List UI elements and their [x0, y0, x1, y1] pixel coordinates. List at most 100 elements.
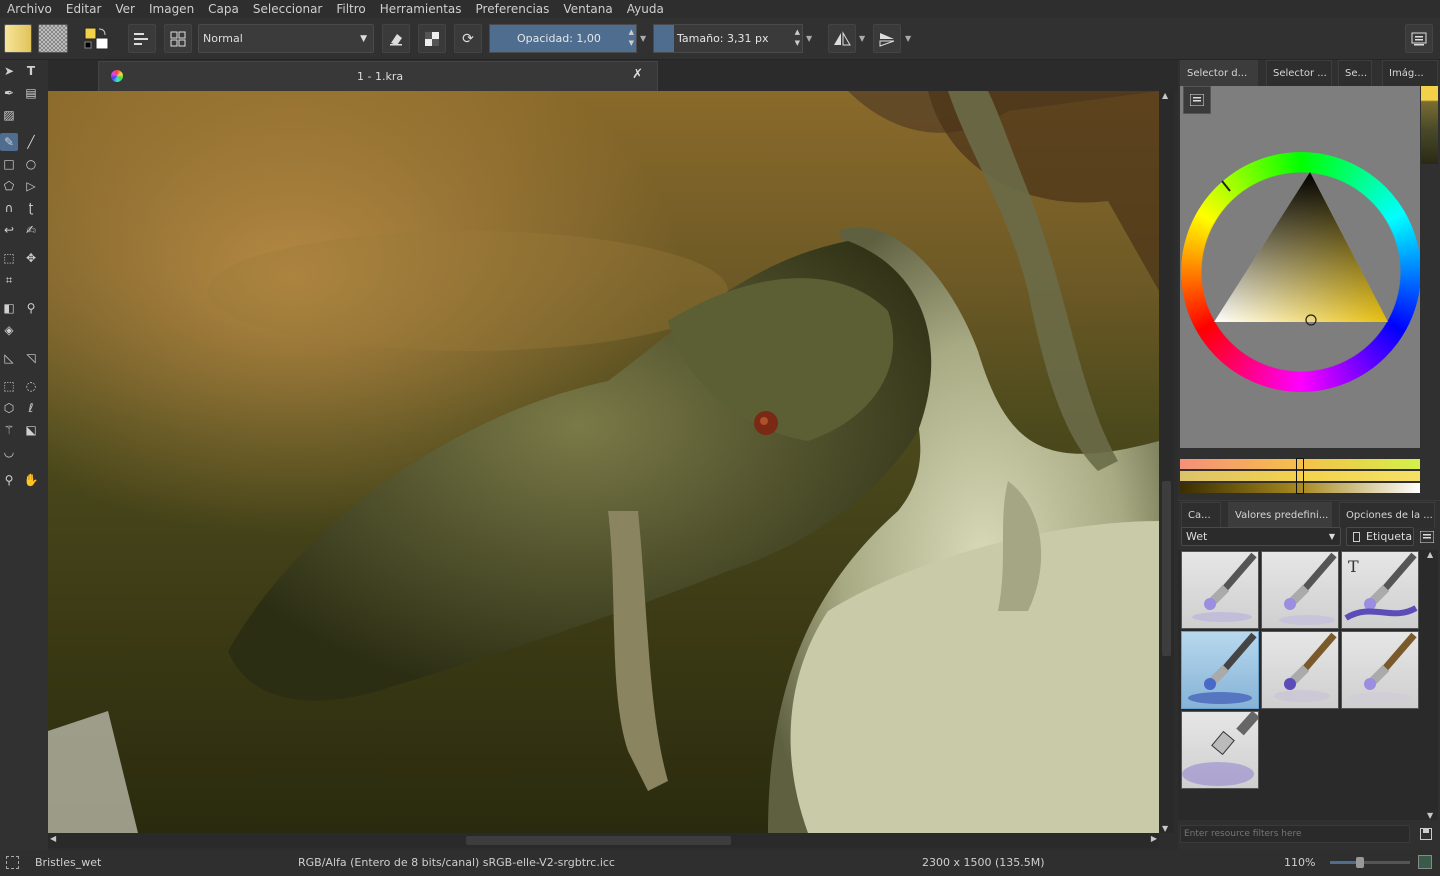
calligraphy-tool[interactable]: ▤ — [22, 84, 40, 102]
gradient-tool[interactable]: ◧ — [0, 299, 18, 317]
mirror-vertical-button[interactable] — [873, 24, 901, 53]
assistant-tool[interactable]: ◺ — [0, 349, 18, 367]
polyline-tool[interactable]: ▷ — [22, 177, 40, 195]
zoom-slider-handle[interactable] — [1356, 857, 1364, 868]
transform-tool[interactable]: ⬚ — [0, 249, 18, 267]
menu-ventana[interactable]: Ventana — [556, 2, 619, 16]
preset-filter-select[interactable]: Wet ▼ — [1181, 527, 1341, 546]
vertical-scroll-thumb[interactable] — [1162, 481, 1171, 656]
ellipse-tool[interactable]: ○ — [22, 155, 40, 173]
horizontal-scroll-thumb[interactable] — [466, 836, 731, 845]
line-tool[interactable]: ╱ — [22, 133, 40, 151]
eraser-mode-button[interactable] — [382, 24, 410, 53]
contiguous-select-tool[interactable]: ⚚ — [0, 421, 18, 439]
measure-tool[interactable]: ◹ — [22, 349, 40, 367]
reload-preset-button[interactable]: ⟳ — [454, 24, 482, 53]
menu-archivo[interactable]: Archivo — [0, 2, 59, 16]
text-tool[interactable]: T — [22, 62, 40, 80]
blend-mode-select[interactable]: Normal ▼ — [198, 24, 374, 53]
brush-preset-6[interactable] — [1341, 631, 1419, 709]
opacity-dropdown-icon[interactable]: ▼ — [640, 34, 646, 43]
brush-preset-5[interactable] — [1261, 631, 1339, 709]
color-swatch-button[interactable] — [82, 24, 112, 53]
pattern-tool[interactable]: ▨ — [0, 106, 18, 124]
gradient-selector-button[interactable] — [4, 24, 32, 53]
mirror-v-dropdown-icon[interactable]: ▼ — [905, 34, 911, 43]
freehand-path-tool[interactable]: ʈ — [22, 199, 40, 217]
size-slider[interactable]: Tamaño: 3,31 px ▲ ▼ — [653, 24, 803, 53]
save-filter-button[interactable] — [1416, 825, 1436, 843]
freehand-brush-tool[interactable]: ✎ — [0, 133, 18, 151]
mirror-h-dropdown-icon[interactable]: ▼ — [859, 34, 865, 43]
canvas[interactable] — [48, 91, 1159, 833]
rectangle-tool[interactable]: □ — [0, 155, 18, 173]
document-tab[interactable]: 1 - 1.kra ✗ — [98, 61, 658, 91]
workspace-chooser-button[interactable] — [1405, 24, 1433, 53]
close-icon[interactable]: ✗ — [632, 67, 643, 82]
tab-advanced-color-selector[interactable]: Selector d... — [1180, 60, 1258, 86]
ellipse-select-tool[interactable]: ◌ — [22, 377, 40, 395]
preset-view-button[interactable] — [1418, 527, 1436, 546]
brush-preset-3[interactable]: T — [1341, 551, 1419, 629]
zoom-tool[interactable]: ⚲ — [0, 471, 18, 489]
polygon-tool[interactable]: ⬠ — [0, 177, 18, 195]
menu-filtro[interactable]: Filtro — [329, 2, 372, 16]
slider-handles[interactable] — [1296, 458, 1304, 494]
scroll-down-icon[interactable]: ▼ — [1162, 824, 1168, 833]
brush-preset-2[interactable] — [1261, 551, 1339, 629]
mirror-horizontal-button[interactable] — [828, 24, 856, 53]
pattern-selector-button[interactable] — [38, 24, 68, 53]
tab-image[interactable]: Imág... — [1382, 60, 1438, 86]
resource-filter-input[interactable] — [1180, 825, 1410, 843]
brush-preset-1[interactable] — [1181, 551, 1259, 629]
menu-ayuda[interactable]: Ayuda — [620, 2, 671, 16]
tag-select[interactable]: Etiqueta — [1346, 527, 1414, 546]
size-dropdown-icon[interactable]: ▼ — [806, 34, 812, 43]
menu-capa[interactable]: Capa — [201, 2, 246, 16]
selection-icon[interactable] — [6, 856, 19, 869]
dynamic-brush-tool[interactable]: ↩ — [0, 221, 18, 239]
spin-arrows-icon[interactable]: ▲ ▼ — [795, 27, 800, 49]
brush-settings-button[interactable] — [128, 24, 156, 53]
crop-tool[interactable]: ⌗ — [0, 271, 18, 289]
brush-presets-button[interactable] — [164, 24, 192, 53]
canvas-horizontal-scrollbar[interactable]: ◀ ▶ — [48, 833, 1159, 848]
tab-specific-selector[interactable]: Se... — [1338, 60, 1372, 86]
bezier-curve-tool[interactable]: ∩ — [0, 199, 18, 217]
canvas-vertical-scrollbar[interactable]: ▲ ▼ — [1159, 91, 1174, 833]
scroll-right-icon[interactable]: ▶ — [1151, 834, 1157, 843]
scroll-up-icon[interactable]: ▲ — [1162, 91, 1168, 100]
brush-preset-4-selected[interactable] — [1181, 631, 1259, 709]
fit-view-icon[interactable] — [1418, 855, 1432, 869]
preserve-alpha-button[interactable] — [418, 24, 446, 53]
spin-arrows-icon[interactable]: ▲ ▼ — [629, 27, 634, 49]
move-tool[interactable]: ✥ — [22, 249, 40, 267]
tab-tool-options[interactable]: Opciones de la ... — [1339, 502, 1435, 528]
bezier-select-tool[interactable]: ◡ — [0, 443, 18, 461]
polygon-select-tool[interactable]: ⬡ — [0, 399, 18, 417]
menu-seleccionar[interactable]: Seleccionar — [246, 2, 329, 16]
color-wheel[interactable] — [1180, 86, 1420, 448]
pan-tool[interactable]: ✋ — [22, 471, 40, 489]
menu-imagen[interactable]: Imagen — [142, 2, 201, 16]
opacity-slider[interactable]: Opacidad: 1,00 ▲ ▼ — [489, 24, 637, 53]
tab-layers[interactable]: Ca... — [1181, 502, 1221, 528]
select-shapes-tool[interactable]: ➤ — [0, 62, 18, 80]
color-picker-tool[interactable]: ⚲ — [22, 299, 40, 317]
freehand-select-tool[interactable]: ℓ — [22, 399, 40, 417]
tab-color-selector[interactable]: Selector ... — [1266, 60, 1332, 86]
menu-ver[interactable]: Ver — [108, 2, 142, 16]
preset-scrollbar[interactable]: ▲ ▼ — [1424, 550, 1438, 820]
menu-preferencias[interactable]: Preferencias — [469, 2, 557, 16]
rect-select-tool[interactable]: ⬚ — [0, 377, 18, 395]
tab-brush-presets[interactable]: Valores predefini... — [1228, 502, 1332, 528]
similar-select-tool[interactable]: ⬕ — [22, 421, 40, 439]
color-history-strip[interactable] — [1421, 86, 1438, 164]
menu-herramientas[interactable]: Herramientas — [373, 2, 469, 16]
brush-preset-7[interactable] — [1181, 711, 1259, 789]
scroll-up-icon[interactable]: ▲ — [1427, 550, 1433, 559]
edit-shapes-tool[interactable]: ✒ — [0, 84, 18, 102]
scroll-left-icon[interactable]: ◀ — [50, 834, 56, 843]
menu-editar[interactable]: Editar — [59, 2, 109, 16]
multibrush-tool[interactable]: ✍ — [22, 221, 40, 239]
